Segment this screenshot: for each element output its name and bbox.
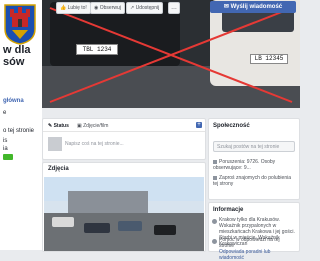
sidebar-item-posts[interactable]: e [3, 110, 6, 116]
avatar [48, 137, 62, 151]
post-composer: ✎ Status ▣ Zdjęcie/film + Napisz coś na … [42, 118, 206, 160]
tab-photo-video[interactable]: ▣ Zdjęcie/film [77, 123, 108, 129]
composer-input[interactable]: Napisz coś na tej stronie... [65, 141, 124, 147]
page-title-line2: sów [3, 56, 25, 68]
sidebar-item-photos[interactable]: is [3, 138, 7, 144]
followers-row: Poruszenia: 9726. Osoby obserwujące: 9..… [213, 159, 297, 171]
photo-building [68, 191, 148, 213]
photo-car [84, 223, 110, 233]
followers-text: Poruszenia: 9726. Osoby obserwujące: 9..… [213, 159, 276, 171]
create-page-badge[interactable] [3, 154, 13, 160]
like-label: Lubię to! [67, 5, 87, 11]
divider [43, 131, 205, 132]
community-title[interactable]: Społeczność [213, 123, 250, 129]
like-page-button[interactable]: 👍 Lubię to! [56, 2, 91, 14]
photo-car [118, 221, 142, 231]
page-sidebar: w dla sów główna e o tej stronie is ia [0, 0, 42, 250]
thumbs-up-icon: 👍 [60, 5, 67, 11]
send-message-button[interactable]: ✉ Wyślij wiadomość [210, 1, 296, 13]
photo-thumbnail[interactable] [44, 177, 204, 251]
cover-photo[interactable]: TBL 1234 LB 12345 [42, 0, 300, 108]
follow-label: Obserwuj [99, 5, 121, 11]
pencil-icon: ✎ [48, 123, 53, 129]
sidebar-item-home[interactable]: główna [3, 98, 24, 104]
community-card: Społeczność Szukaj postów na tej stronie… [208, 118, 300, 200]
page-crest-logo[interactable] [3, 3, 37, 45]
rss-icon: ◉ [94, 5, 99, 11]
sidebar-item-community[interactable]: ia [3, 146, 8, 152]
messenger-icon: ✉ [223, 4, 229, 10]
sidebar-item-about[interactable]: o tej stronie [3, 128, 34, 134]
info-title: Informacje [213, 207, 244, 213]
page-actions-bar: 👍 Lubię to! ◉ Obserwuj ↗ Udostępnij … ✉ … [42, 0, 300, 14]
invite-friends-row[interactable]: Zaproś znajomych do polubienia tej stron… [213, 175, 297, 187]
more-options-button[interactable]: … [168, 2, 180, 14]
camera-icon: ▣ [77, 123, 82, 129]
info-card: Informacje Krakow tylko dla Krakusów. Ws… [208, 202, 300, 261]
share-icon: ↗ [130, 5, 135, 11]
composer-plus-icon[interactable]: + [196, 122, 202, 128]
share-label: Udostępnij [135, 5, 160, 11]
photo-car [52, 217, 74, 227]
page-search-input[interactable]: Szukaj postów na tej stronie [213, 141, 295, 152]
photos-section: Zdjęcia [42, 162, 206, 252]
invite-icon [213, 175, 217, 180]
share-page-button[interactable]: ↗ Udostępnij [126, 2, 164, 14]
photos-title[interactable]: Zdjęcia [48, 166, 69, 172]
page-title-line1: w dla [3, 44, 31, 56]
tab-status-label: Status [53, 123, 69, 129]
follow-page-button[interactable]: ◉ Obserwuj [90, 2, 125, 14]
info-icon [212, 219, 217, 224]
send-message-label: Wyślij wiadomość [230, 4, 283, 10]
tab-photo-label: Zdjęcie/film [83, 123, 109, 129]
info-response-text: Pomoc w odpowiedzi na tej stronie [219, 237, 280, 249]
people-icon [213, 159, 217, 164]
page-title[interactable]: w dla sów [3, 44, 41, 68]
info-response: Pomoc w odpowiedzi na tej stronie Odpowi… [219, 237, 295, 261]
messenger-icon [212, 239, 217, 244]
photo-car [154, 225, 176, 235]
red-cross-icon [49, 7, 293, 103]
invite-friends-text: Zaproś znajomych do polubienia tej stron… [213, 175, 291, 187]
tab-status[interactable]: ✎ Status [48, 123, 69, 129]
info-response-link[interactable]: Odpowiada poradni lub wiadomość [219, 249, 270, 261]
